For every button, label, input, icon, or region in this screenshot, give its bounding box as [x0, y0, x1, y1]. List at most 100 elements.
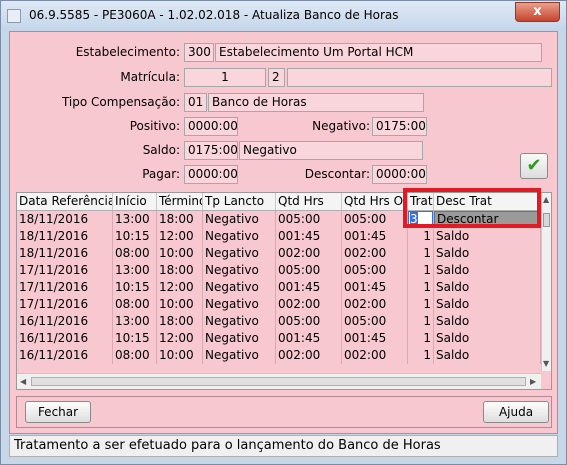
- cell-inicio[interactable]: 13:00: [113, 313, 157, 330]
- cell-termino[interactable]: 10:00: [157, 296, 203, 313]
- col-qtd-hrs[interactable]: Qtd Hrs: [276, 193, 342, 210]
- cell-inicio[interactable]: 13:00: [113, 211, 157, 228]
- cell-data-referencia[interactable]: 16/11/2016: [17, 313, 113, 330]
- cell-trat[interactable]: 1: [408, 313, 434, 330]
- cell-tp-lancto[interactable]: Negativo: [203, 211, 276, 228]
- cell-trat[interactable]: 1: [408, 245, 434, 262]
- cell-data-referencia[interactable]: 18/11/2016: [17, 211, 113, 228]
- scroll-right-icon[interactable]: ▶: [530, 377, 536, 386]
- cell-desc-trat[interactable]: Saldo: [434, 347, 541, 364]
- table-row[interactable]: 18/11/2016 10:15 12:00 Negativo 001:45 001:45…: [17, 228, 541, 245]
- cell-qtd-hrs[interactable]: 002:00: [276, 296, 342, 313]
- close-button[interactable]: x: [515, 2, 560, 22]
- cell-trat[interactable]: 1: [408, 228, 434, 245]
- cell-inicio[interactable]: 10:15: [113, 279, 157, 296]
- cell-inicio[interactable]: 08:00: [113, 296, 157, 313]
- cell-tp-lancto[interactable]: Negativo: [203, 296, 276, 313]
- cell-termino[interactable]: 12:00: [157, 330, 203, 347]
- cell-data-referencia[interactable]: 16/11/2016: [17, 347, 113, 364]
- cell-tp-lancto[interactable]: Negativo: [203, 330, 276, 347]
- table-row[interactable]: 16/11/2016 10:15 12:00 Negativo 001:45 001:45…: [17, 330, 541, 347]
- cell-qtd-hrs[interactable]: 002:00: [276, 347, 342, 364]
- cell-qtd-hrs-orig[interactable]: 001:45: [342, 330, 408, 347]
- cell-tp-lancto[interactable]: Negativo: [203, 228, 276, 245]
- cell-tp-lancto[interactable]: Negativo: [203, 313, 276, 330]
- fechar-button[interactable]: Fechar: [25, 401, 91, 423]
- cell-data-referencia[interactable]: 18/11/2016: [17, 228, 113, 245]
- vertical-scrollbar[interactable]: ▲ ▼: [541, 193, 551, 371]
- matricula-field[interactable]: 1: [184, 68, 266, 87]
- pagar-field[interactable]: 0000:00: [184, 165, 238, 184]
- cell-inicio[interactable]: 10:15: [113, 330, 157, 347]
- cell-qtd-hrs-orig[interactable]: 002:00: [342, 296, 408, 313]
- cell-tp-lancto[interactable]: Negativo: [203, 262, 276, 279]
- cell-termino[interactable]: 12:00: [157, 279, 203, 296]
- cell-qtd-hrs-orig[interactable]: 001:45: [342, 279, 408, 296]
- col-data-referencia[interactable]: Data Referência: [17, 193, 113, 210]
- cell-inicio[interactable]: 08:00: [113, 347, 157, 364]
- cell-qtd-hrs[interactable]: 005:00: [276, 313, 342, 330]
- col-qtd-hrs-orig[interactable]: Qtd Hrs Orig: [342, 193, 408, 210]
- scroll-up-icon[interactable]: ▲: [543, 195, 549, 204]
- vertical-scroll-thumb[interactable]: [543, 213, 550, 227]
- cell-data-referencia[interactable]: 17/11/2016: [17, 296, 113, 313]
- cell-termino[interactable]: 10:00: [157, 245, 203, 262]
- cell-qtd-hrs-orig[interactable]: 002:00: [342, 245, 408, 262]
- cell-qtd-hrs[interactable]: 001:45: [276, 330, 342, 347]
- cell-qtd-hrs[interactable]: 005:00: [276, 211, 342, 228]
- cell-qtd-hrs-orig[interactable]: 001:45: [342, 228, 408, 245]
- cell-data-referencia[interactable]: 17/11/2016: [17, 279, 113, 296]
- cell-desc-trat[interactable]: Saldo: [434, 330, 541, 347]
- cell-qtd-hrs[interactable]: 002:00: [276, 245, 342, 262]
- cell-qtd-hrs[interactable]: 001:45: [276, 279, 342, 296]
- col-tp-lancto[interactable]: Tp Lancto: [203, 193, 276, 210]
- cell-desc-trat[interactable]: Saldo: [434, 279, 541, 296]
- cell-desc-trat[interactable]: Saldo: [434, 296, 541, 313]
- cell-desc-trat[interactable]: Saldo: [434, 245, 541, 262]
- cell-desc-trat[interactable]: Saldo: [434, 313, 541, 330]
- cell-termino[interactable]: 18:00: [157, 262, 203, 279]
- cell-termino[interactable]: 10:00: [157, 347, 203, 364]
- table-row[interactable]: 18/11/2016 08:00 10:00 Negativo 002:00 002:00…: [17, 245, 541, 262]
- cell-tp-lancto[interactable]: Negativo: [203, 279, 276, 296]
- cell-qtd-hrs-orig[interactable]: 005:00: [342, 211, 408, 228]
- table-row[interactable]: 16/11/2016 13:00 18:00 Negativo 005:00 005:00…: [17, 313, 541, 330]
- ajuda-button[interactable]: Ajuda: [483, 401, 549, 423]
- cell-trat[interactable]: 1: [408, 262, 434, 279]
- cell-tp-lancto[interactable]: Negativo: [203, 245, 276, 262]
- cell-qtd-hrs[interactable]: 005:00: [276, 262, 342, 279]
- cell-tp-lancto[interactable]: Negativo: [203, 347, 276, 364]
- table-row[interactable]: 17/11/2016 10:15 12:00 Negativo 001:45 001:45…: [17, 279, 541, 296]
- col-termino[interactable]: Término: [157, 193, 203, 210]
- col-inicio[interactable]: Início: [113, 193, 157, 210]
- cell-termino[interactable]: 18:00: [157, 211, 203, 228]
- cell-inicio[interactable]: 08:00: [113, 245, 157, 262]
- cell-desc-trat[interactable]: Saldo: [434, 262, 541, 279]
- cell-inicio[interactable]: 13:00: [113, 262, 157, 279]
- tipo-compensacao-code-field[interactable]: 01: [184, 93, 207, 112]
- cell-qtd-hrs-orig[interactable]: 002:00: [342, 347, 408, 364]
- cell-qtd-hrs-orig[interactable]: 005:00: [342, 262, 408, 279]
- table-row[interactable]: 16/11/2016 08:00 10:00 Negativo 002:00 002:00…: [17, 347, 541, 364]
- horizontal-scroll-thumb[interactable]: [31, 377, 526, 386]
- cell-data-referencia[interactable]: 16/11/2016: [17, 330, 113, 347]
- cell-inicio[interactable]: 10:15: [113, 228, 157, 245]
- table-row[interactable]: 17/11/2016 13:00 18:00 Negativo 005:00 005:00…: [17, 262, 541, 279]
- cell-data-referencia[interactable]: 17/11/2016: [17, 262, 113, 279]
- cell-trat[interactable]: 1: [408, 330, 434, 347]
- descontar-field[interactable]: 0000:00: [372, 165, 427, 184]
- cell-trat[interactable]: 1: [408, 279, 434, 296]
- scroll-left-icon[interactable]: ◀: [20, 377, 26, 386]
- scroll-down-icon[interactable]: ▼: [543, 359, 549, 368]
- confirm-button[interactable]: ✔: [520, 153, 548, 179]
- table-row[interactable]: 17/11/2016 08:00 10:00 Negativo 002:00 002:00…: [17, 296, 541, 313]
- cell-data-referencia[interactable]: 18/11/2016: [17, 245, 113, 262]
- estabelecimento-code-field[interactable]: 300: [184, 43, 214, 62]
- cell-qtd-hrs[interactable]: 001:45: [276, 228, 342, 245]
- cell-trat[interactable]: 1: [408, 347, 434, 364]
- cell-desc-trat[interactable]: Saldo: [434, 228, 541, 245]
- horizontal-scrollbar[interactable]: ◀ ▶: [17, 373, 541, 389]
- cell-trat[interactable]: 1: [408, 296, 434, 313]
- cell-qtd-hrs-orig[interactable]: 005:00: [342, 313, 408, 330]
- cell-termino[interactable]: 18:00: [157, 313, 203, 330]
